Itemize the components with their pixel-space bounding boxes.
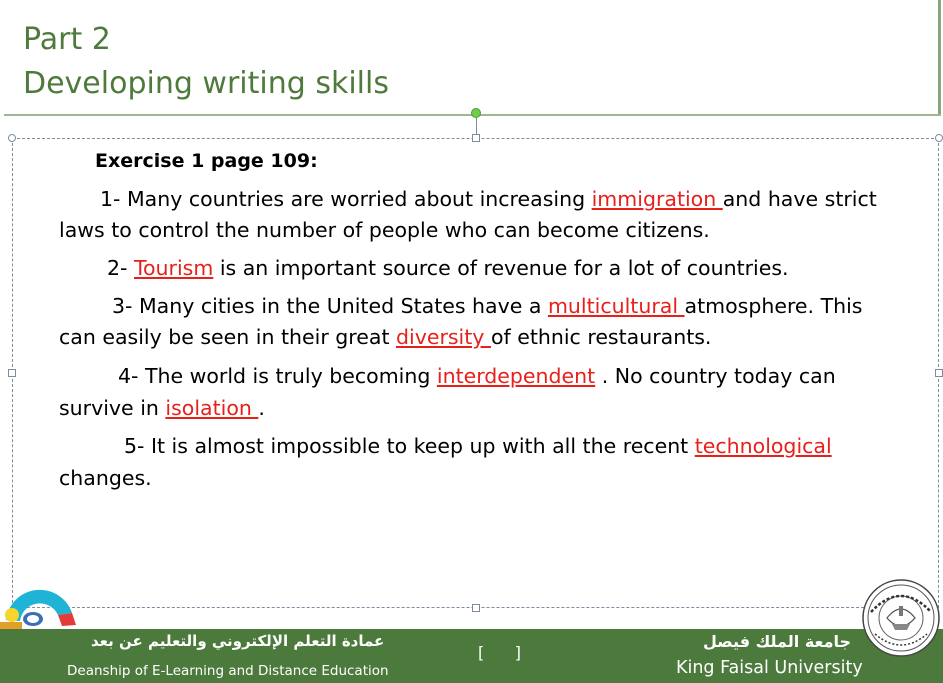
item-1-line-2: laws to control the number of people who… [59,218,710,242]
resize-handle-top-right[interactable] [935,134,943,142]
resize-handle-bottom[interactable] [472,604,480,612]
item-5-line-2: changes. [59,466,152,490]
slide-title-line1: Part 2 [23,22,111,57]
resize-handle-right[interactable] [935,369,943,377]
item-3-line-1: 3- Many cities in the United States have… [112,294,863,318]
answer-diversity: diversity [396,325,491,349]
answer-technological: technological [694,434,832,458]
item-1-line-1: 1- Many countries are worried about incr… [100,187,877,211]
item-2-line-1: 2- Tourism is an important source of rev… [107,256,789,280]
footer-deanship-english: Deanship of E-Learning and Distance Educ… [67,663,389,679]
rotation-handle[interactable] [471,108,481,118]
resize-handle-left[interactable] [8,369,16,377]
university-seal-icon [862,579,940,657]
item-5-line-1: 5- It is almost impossible to keep up wi… [124,434,832,458]
answer-immigration: immigration [591,187,723,211]
footer-university-arabic: جامعة الملك فيصل [703,632,852,651]
resize-handle-top[interactable] [472,134,480,142]
item-3-line-2: can easily be seen in their great divers… [59,325,712,349]
exercise-title: Exercise 1 page 109: [95,150,318,172]
footer-university-english: King Faisal University [676,658,863,678]
slide-number: [ ] [478,643,521,662]
elearning-logo-icon [0,589,76,630]
item-4-line-1: 4- The world is truly becoming interdepe… [118,364,836,388]
answer-tourism: Tourism [133,256,214,280]
title-frame-right-rule [938,0,941,116]
footer-deanship-arabic: عمادة التعلم الإلكتروني والتعليم عن بعد [91,632,385,650]
answer-multicultural: multicultural [547,294,685,318]
item-4-line-2: survive in isolation . [59,396,265,420]
answer-isolation: isolation [165,396,259,420]
resize-handle-top-left[interactable] [8,134,16,142]
slide-title-line2: Developing writing skills [23,66,389,101]
answer-interdependent: interdependent [436,364,596,388]
